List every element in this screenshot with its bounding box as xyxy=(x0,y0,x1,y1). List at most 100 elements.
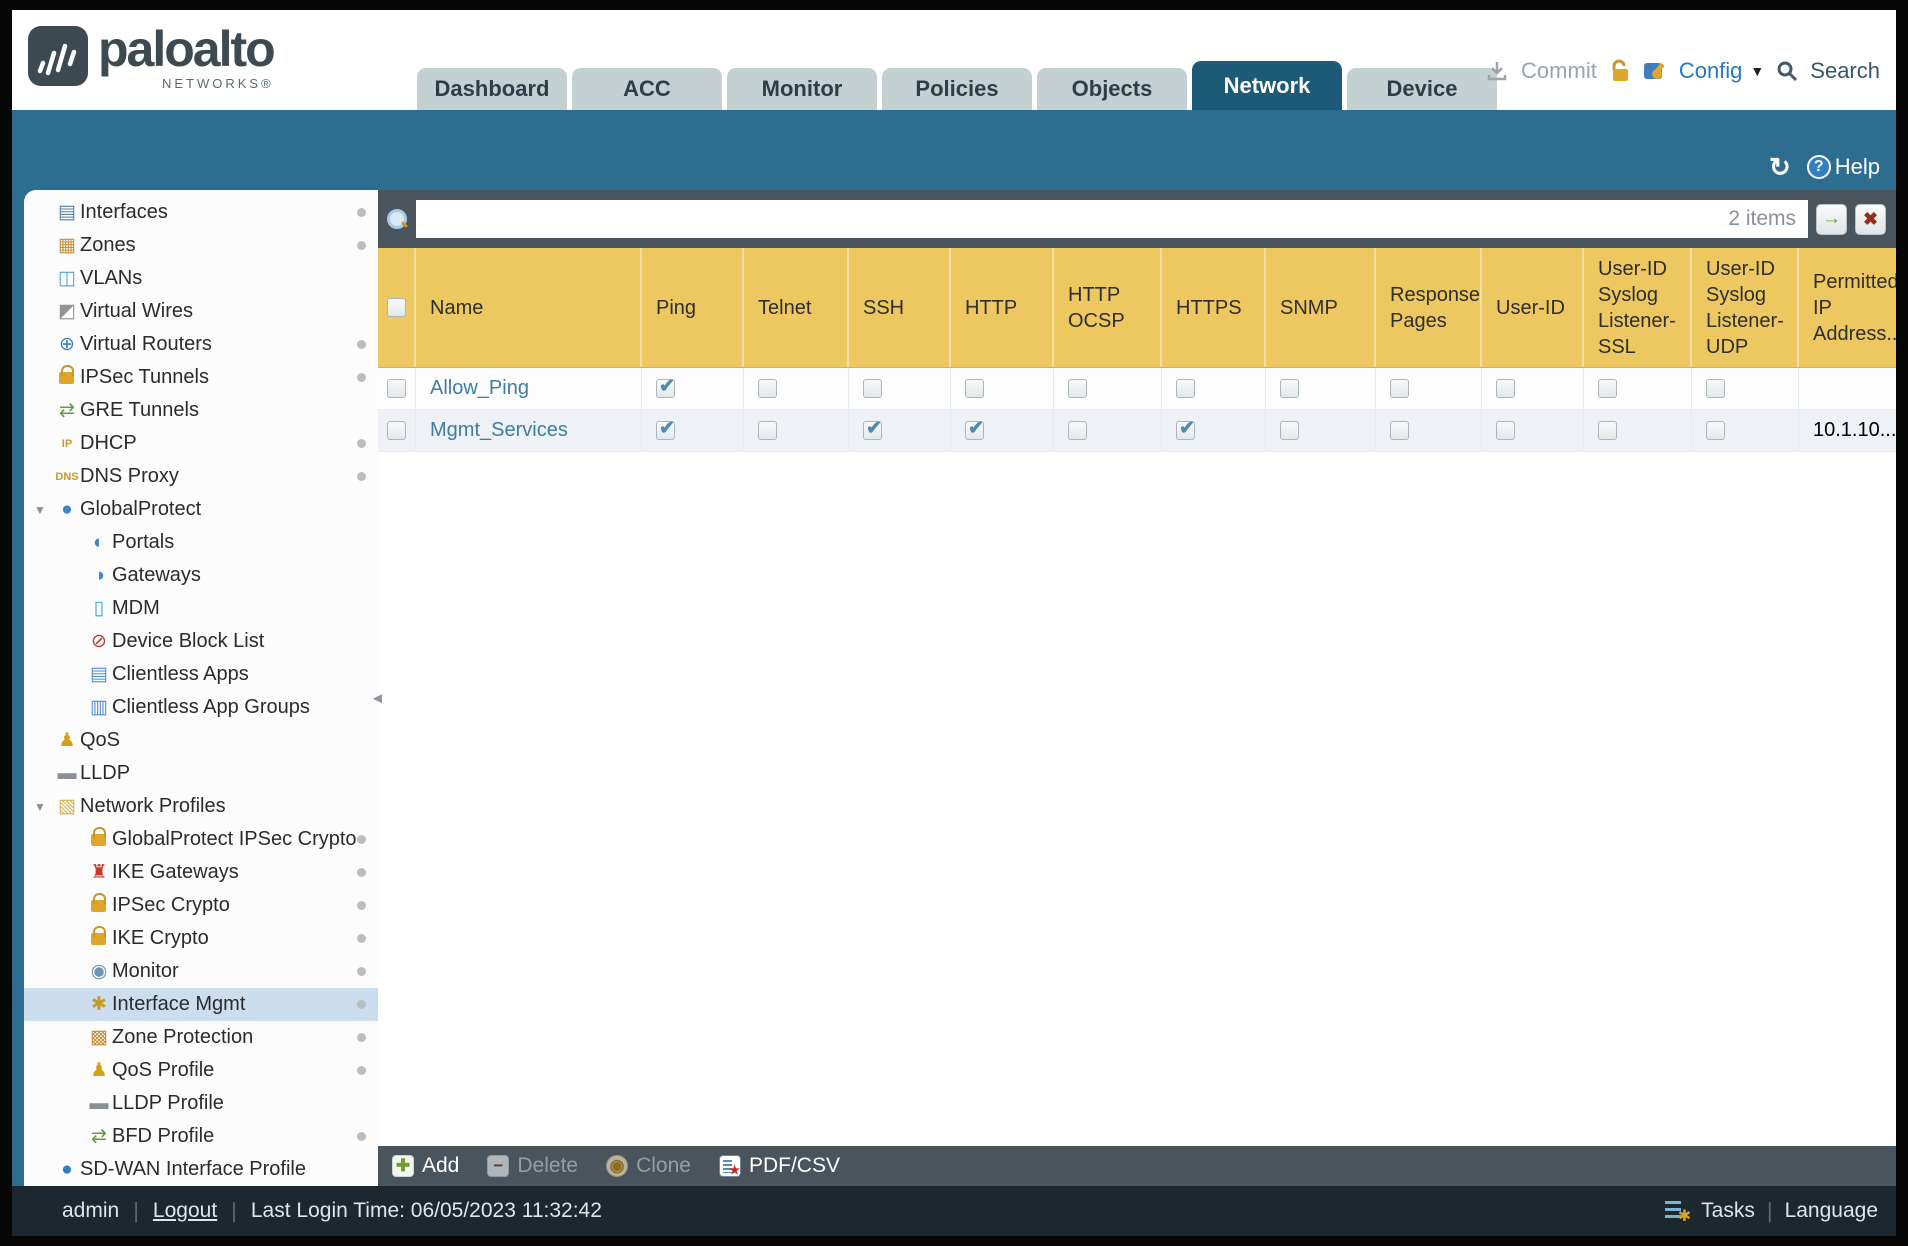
column-header-ping[interactable]: Ping xyxy=(642,248,744,367)
column-header-snmp[interactable]: SNMP xyxy=(1266,248,1376,367)
sidebar-item-zone-protection[interactable]: ▩ Zone Protection xyxy=(24,1021,378,1054)
tab-acc[interactable]: ACC xyxy=(572,68,722,110)
column-header-name[interactable]: Name xyxy=(416,248,642,367)
tab-monitor[interactable]: Monitor xyxy=(727,68,877,110)
sidebar-item-sd-wan-interface-profile[interactable]: ● SD-WAN Interface Profile xyxy=(24,1153,378,1186)
sidebar-item-portals[interactable]: ◐ Portals xyxy=(24,526,378,559)
sidebar-item-monitor[interactable]: ◉ Monitor xyxy=(24,955,378,988)
tab-policies[interactable]: Policies xyxy=(882,68,1032,110)
tasks-icon[interactable]: ✱ xyxy=(1665,1200,1691,1225)
tab-network[interactable]: Network xyxy=(1192,61,1342,110)
sidebar-item-interfaces[interactable]: ▤ Interfaces xyxy=(24,196,378,229)
sidebar-item-ike-gateways[interactable]: ♜ IKE Gateways xyxy=(24,856,378,889)
column-header-telnet[interactable]: Telnet xyxy=(744,248,849,367)
sidebar-item-gre-tunnels[interactable]: ⇄ GRE Tunnels xyxy=(24,394,378,427)
clear-filter-button[interactable]: ✖ xyxy=(1855,203,1886,235)
sidebar-item-ike-crypto[interactable]: IKE Crypto xyxy=(24,922,378,955)
sidebar-item-qos-profile[interactable]: ♟ QoS Profile xyxy=(24,1054,378,1087)
service-checkbox-user-id-syslog-udp[interactable] xyxy=(1706,421,1725,440)
service-checkbox-ping[interactable] xyxy=(656,417,675,440)
config-caret-icon[interactable]: ▼ xyxy=(1750,63,1764,79)
config-icon[interactable] xyxy=(1643,59,1667,83)
column-header-user-id-syslog-listener-udp[interactable]: User-ID Syslog Listener-UDP xyxy=(1692,248,1799,367)
service-checkbox-http[interactable] xyxy=(965,417,984,440)
header-search-button[interactable]: Search xyxy=(1810,58,1880,84)
sidebar-item-vlans[interactable]: ◫ VLANs xyxy=(24,262,378,295)
sidebar-item-dhcp[interactable]: IP DHCP xyxy=(24,427,378,460)
header-search-icon[interactable] xyxy=(1776,60,1798,82)
service-checkbox-http[interactable] xyxy=(965,379,984,398)
service-cell-http-ocsp xyxy=(1054,368,1162,409)
column-header-user-id-syslog-listener-ssl[interactable]: User-ID Syslog Listener-SSL xyxy=(1584,248,1692,367)
service-checkbox-ping[interactable] xyxy=(656,375,675,398)
commit-button[interactable]: Commit xyxy=(1521,58,1597,84)
commit-icon[interactable] xyxy=(1485,59,1509,83)
apply-filter-button[interactable]: → xyxy=(1816,203,1847,235)
row-select-checkbox[interactable] xyxy=(387,421,406,440)
profile-name-link[interactable]: Allow_Ping xyxy=(430,377,529,400)
sidebar-item-interface-mgmt[interactable]: ✱ Interface Mgmt xyxy=(24,988,378,1021)
column-header-http[interactable]: HTTP xyxy=(951,248,1054,367)
profile-name-link[interactable]: Mgmt_Services xyxy=(430,419,568,442)
service-checkbox-telnet[interactable] xyxy=(758,421,777,440)
logout-link[interactable]: Logout xyxy=(153,1199,217,1223)
sidebar-item-bfd-profile[interactable]: ⇄ BFD Profile xyxy=(24,1120,378,1153)
refresh-icon[interactable]: ↻ xyxy=(1769,154,1791,180)
config-button[interactable]: Config xyxy=(1679,58,1743,84)
expand-triangle-icon[interactable]: ▼ xyxy=(34,800,46,814)
sidebar-item-network-profiles[interactable]: ▼ ▧ Network Profiles xyxy=(24,790,378,823)
service-checkbox-telnet[interactable] xyxy=(758,379,777,398)
sidebar-item-device-block-list[interactable]: ⊘ Device Block List xyxy=(24,625,378,658)
service-checkbox-snmp[interactable] xyxy=(1280,379,1299,398)
expand-triangle-icon[interactable]: ▼ xyxy=(34,503,46,517)
tab-device[interactable]: Device xyxy=(1347,68,1497,110)
sidebar-item-virtual-wires[interactable]: ◩ Virtual Wires xyxy=(24,295,378,328)
service-checkbox-https[interactable] xyxy=(1176,417,1195,440)
column-header-ssh[interactable]: SSH xyxy=(849,248,951,367)
column-header-user-id[interactable]: User-ID xyxy=(1482,248,1584,367)
sidebar-item-dns-proxy[interactable]: DNS DNS Proxy xyxy=(24,460,378,493)
service-checkbox-snmp[interactable] xyxy=(1280,421,1299,440)
service-checkbox-ssh[interactable] xyxy=(863,379,882,398)
sidebar-item-ipsec-crypto[interactable]: IPSec Crypto xyxy=(24,889,378,922)
service-checkbox-ssh[interactable] xyxy=(863,417,882,440)
language-button[interactable]: Language xyxy=(1785,1199,1878,1223)
tasks-button[interactable]: Tasks xyxy=(1701,1199,1755,1223)
tab-objects[interactable]: Objects xyxy=(1037,68,1187,110)
service-checkbox-user-id-syslog-udp[interactable] xyxy=(1706,379,1725,398)
sidebar-item-gp-ipsec-crypto[interactable]: GlobalProtect IPSec Crypto xyxy=(24,823,378,856)
help-button[interactable]: ? Help xyxy=(1806,154,1880,180)
service-checkbox-user-id[interactable] xyxy=(1496,421,1515,440)
row-select-checkbox[interactable] xyxy=(387,379,406,398)
service-checkbox-user-id-syslog-ssl[interactable] xyxy=(1598,379,1617,398)
sidebar-item-ipsec-tunnels[interactable]: IPSec Tunnels xyxy=(24,361,378,394)
sidebar-item-lldp-profile[interactable]: ▬ LLDP Profile xyxy=(24,1087,378,1120)
column-header-http-ocsp[interactable]: HTTP OCSP xyxy=(1054,248,1162,367)
service-checkbox-response-pages[interactable] xyxy=(1390,379,1409,398)
service-checkbox-https[interactable] xyxy=(1176,379,1195,398)
sidebar-item-gateways[interactable]: ◑ Gateways xyxy=(24,559,378,592)
sidebar-collapse-handle[interactable]: ◄ xyxy=(370,690,385,707)
sidebar-item-virtual-routers[interactable]: ⊕ Virtual Routers xyxy=(24,328,378,361)
service-checkbox-user-id-syslog-ssl[interactable] xyxy=(1598,421,1617,440)
lock-icon[interactable] xyxy=(1609,59,1631,83)
sidebar-item-qos[interactable]: ♟ QoS xyxy=(24,724,378,757)
search-input[interactable] xyxy=(416,200,1729,238)
column-header-https[interactable]: HTTPS xyxy=(1162,248,1266,367)
sidebar-item-clientless-app-groups[interactable]: ▥ Clientless App Groups xyxy=(24,691,378,724)
service-checkbox-user-id[interactable] xyxy=(1496,379,1515,398)
service-checkbox-http-ocsp[interactable] xyxy=(1068,421,1087,440)
tab-dashboard[interactable]: Dashboard xyxy=(417,68,567,110)
service-checkbox-http-ocsp[interactable] xyxy=(1068,379,1087,398)
sidebar-item-lldp[interactable]: ▬ LLDP xyxy=(24,757,378,790)
column-header-permitted-ip-address[interactable]: Permitted IP Address... xyxy=(1799,248,1896,367)
sidebar-item-mdm[interactable]: ▯ MDM xyxy=(24,592,378,625)
service-checkbox-response-pages[interactable] xyxy=(1390,421,1409,440)
pdf-csv-button[interactable]: ★ PDF/CSV xyxy=(718,1154,840,1178)
add-button[interactable]: ✚ Add xyxy=(392,1154,459,1178)
sidebar-item-globalprotect[interactable]: ▼ ● GlobalProtect xyxy=(24,493,378,526)
select-all-checkbox[interactable] xyxy=(386,298,406,317)
sidebar-item-zones[interactable]: ▦ Zones xyxy=(24,229,378,262)
sidebar-item-clientless-apps[interactable]: ▤ Clientless Apps xyxy=(24,658,378,691)
column-header-response-pages[interactable]: Response Pages xyxy=(1376,248,1482,367)
